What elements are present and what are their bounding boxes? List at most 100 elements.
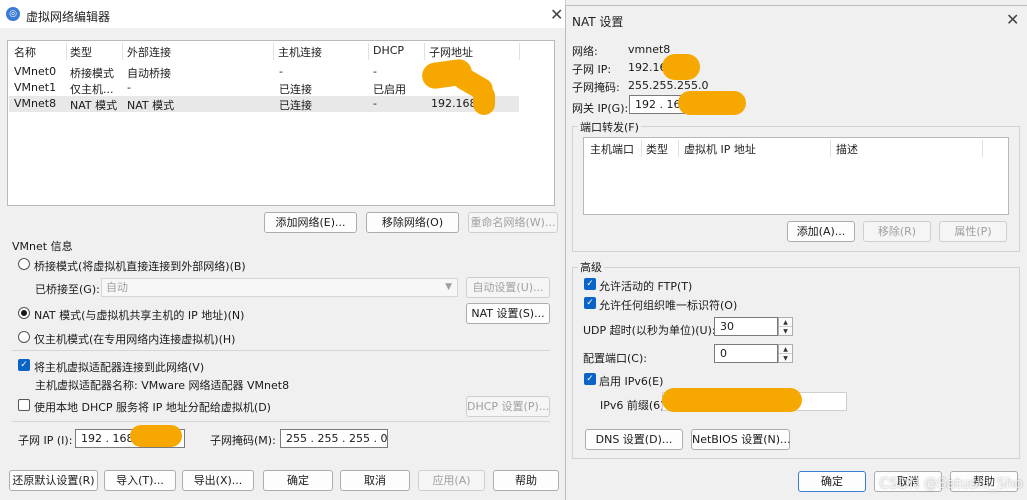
cell-dhcp: 已启用	[373, 83, 406, 96]
advanced-heading: 高级	[578, 259, 604, 275]
cell-dhcp: -	[373, 97, 377, 110]
ok-button[interactable]: 确定	[798, 471, 866, 492]
connect-adapter-checkbox[interactable]: ✓	[18, 359, 30, 371]
udp-timeout-stepper[interactable]: ▲ ▼	[778, 317, 793, 336]
cell-external: -	[127, 81, 131, 94]
udp-timeout-field[interactable]: 30	[714, 317, 778, 336]
subnet-mask-label: 子网掩码:	[572, 81, 620, 94]
column-header-type[interactable]: 类型	[646, 141, 668, 157]
allow-org-id-checkbox[interactable]: ✓	[584, 297, 596, 309]
use-dhcp-label[interactable]: 使用本地 DHCP 服务将 IP 地址分配给虚拟机(D)	[34, 399, 271, 415]
table-row-selected[interactable]: VMnet8 NAT 模式 NAT 模式 已连接 - 192.168.	[9, 96, 519, 112]
udp-timeout-value: 30	[720, 320, 734, 333]
netbios-settings-button[interactable]: NetBIOS 设置(N)...	[691, 429, 791, 450]
dhcp-settings-button[interactable]: DHCP 设置(P)...	[466, 396, 550, 417]
cell-type: 桥接模式	[70, 67, 114, 80]
apply-button[interactable]: 应用(A)	[418, 470, 485, 491]
rename-network-button[interactable]: 重命名网络(W)...	[468, 212, 558, 233]
enable-ipv6-checkbox[interactable]: ✓	[584, 373, 596, 385]
allow-ftp-checkbox[interactable]: ✓	[584, 278, 596, 290]
cell-dhcp: -	[373, 65, 377, 78]
column-header-name[interactable]: 名称	[14, 44, 36, 60]
config-port-field[interactable]: 0	[714, 344, 778, 363]
dns-settings-button[interactable]: DNS 设置(D)...	[585, 429, 683, 450]
column-header-external[interactable]: 外部连接	[127, 44, 171, 60]
host-only-label[interactable]: 仅主机模式(在专用网络内连接虚拟机)(H)	[34, 331, 235, 347]
column-header-host[interactable]: 主机连接	[278, 44, 322, 60]
remove-network-button[interactable]: 移除网络(O)	[366, 212, 459, 233]
subnet-mask-field[interactable]: 255 . 255 . 255 . 0	[280, 429, 388, 448]
subnet-mask-value: 255 . 255 . 255 . 0	[286, 432, 388, 445]
cell-host: 已连接	[279, 83, 312, 96]
allow-ftp-label[interactable]: 允许活动的 FTP(T)	[599, 278, 692, 294]
auto-settings-button[interactable]: 自动设置(U)...	[466, 277, 550, 298]
nat-mode-label[interactable]: NAT 模式(与虚拟机共享主机的 IP 地址)(N)	[34, 307, 244, 323]
cancel-button[interactable]: 取消	[340, 470, 410, 491]
subnet-ip-value: 192 . 168	[81, 432, 134, 445]
add-network-button[interactable]: 添加网络(E)...	[264, 212, 357, 233]
chevron-down-icon: ▼	[445, 282, 452, 292]
chevron-down-icon[interactable]: ▼	[779, 354, 792, 363]
nat-settings-button[interactable]: NAT 设置(S)...	[466, 303, 550, 324]
globe-icon: ◎	[6, 7, 20, 21]
window-title: NAT 设置	[572, 15, 624, 29]
use-dhcp-checkbox[interactable]	[18, 399, 30, 411]
subnet-ip-value: 192.16	[628, 61, 667, 74]
divider	[12, 350, 550, 351]
cell-host: 已连接	[279, 99, 312, 112]
watermark: CSDN @Satushi_Sho	[879, 476, 1023, 492]
cell-type: NAT 模式	[70, 99, 118, 112]
config-port-value: 0	[720, 347, 727, 360]
add-port-button[interactable]: 添加(A)...	[787, 221, 855, 242]
column-header-dhcp[interactable]: DHCP	[373, 44, 404, 57]
redaction-mark	[662, 388, 802, 412]
config-port-stepper[interactable]: ▲ ▼	[778, 344, 793, 363]
window-title: 虚拟网络编辑器	[26, 10, 111, 24]
connect-adapter-label[interactable]: 将主机虚拟适配器连接到此网络(V)	[34, 359, 204, 375]
column-header-subnet[interactable]: 子网地址	[429, 44, 473, 60]
cell-external: NAT 模式	[127, 99, 175, 112]
chevron-up-icon[interactable]: ▲	[779, 318, 792, 327]
allow-org-id-label[interactable]: 允许任何组织唯一标识符(O)	[599, 297, 737, 313]
subnet-ip-label: 子网 IP (I):	[18, 434, 73, 447]
bridged-to-value: 自动	[106, 281, 128, 294]
help-button[interactable]: 帮助	[493, 470, 559, 491]
column-header-type[interactable]: 类型	[70, 44, 92, 60]
network-label: 网络:	[572, 45, 598, 58]
redaction-mark	[662, 54, 700, 80]
bridge-mode-label[interactable]: 桥接模式(将虚拟机直接连接到外部网络)(B)	[34, 258, 246, 274]
redaction-mark	[678, 91, 746, 115]
port-forwarding-table[interactable]: 主机端口 类型 虚拟机 IP 地址 描述	[583, 137, 1009, 215]
bridge-mode-radio[interactable]	[18, 258, 30, 270]
column-header-host-port[interactable]: 主机端口	[590, 141, 634, 157]
ok-button[interactable]: 确定	[263, 470, 333, 491]
port-properties-button[interactable]: 属性(P)	[939, 221, 1007, 242]
close-icon[interactable]: ✕	[1006, 10, 1019, 29]
close-icon[interactable]: ✕	[550, 5, 563, 24]
title-bar: ◎ 虚拟网络编辑器	[0, 0, 565, 28]
cell-name: VMnet0	[14, 65, 57, 78]
cell-type: 仅主机...	[70, 83, 114, 96]
nat-mode-radio[interactable]	[18, 307, 30, 319]
udp-timeout-label: UDP 超时(以秒为单位)(U):	[583, 324, 716, 337]
column-header-description[interactable]: 描述	[836, 141, 858, 157]
cell-host: -	[279, 65, 283, 78]
chevron-down-icon[interactable]: ▼	[779, 327, 792, 336]
vmnet-info-heading: VMnet 信息	[12, 240, 73, 253]
cell-name: VMnet8	[14, 97, 57, 110]
virtual-network-editor-window: ◎ 虚拟网络编辑器 ✕ 名称 类型 外部连接 主机连接 DHCP 子网地址 VM…	[0, 0, 566, 500]
remove-port-button[interactable]: 移除(R)	[863, 221, 931, 242]
host-only-radio[interactable]	[18, 331, 30, 343]
bridged-to-select[interactable]: 自动 ▼	[101, 278, 458, 297]
network-table[interactable]: 名称 类型 外部连接 主机连接 DHCP 子网地址 VMnet0 桥接模式 自动…	[7, 40, 555, 206]
port-forwarding-heading: 端口转发(F)	[578, 119, 641, 135]
ipv6-prefix-label: IPv6 前缀(6):	[600, 399, 669, 412]
restore-defaults-button[interactable]: 还原默认设置(R)	[9, 470, 98, 491]
enable-ipv6-label[interactable]: 启用 IPv6(E)	[599, 373, 663, 389]
chevron-up-icon[interactable]: ▲	[779, 345, 792, 354]
column-header-vm-ip[interactable]: 虚拟机 IP 地址	[684, 141, 756, 157]
export-button[interactable]: 导出(X)...	[182, 470, 254, 491]
import-button[interactable]: 导入(T)...	[104, 470, 176, 491]
divider	[12, 421, 550, 422]
adapter-name-label: 主机虚拟适配器名称: VMware 网络适配器 VMnet8	[35, 379, 290, 392]
